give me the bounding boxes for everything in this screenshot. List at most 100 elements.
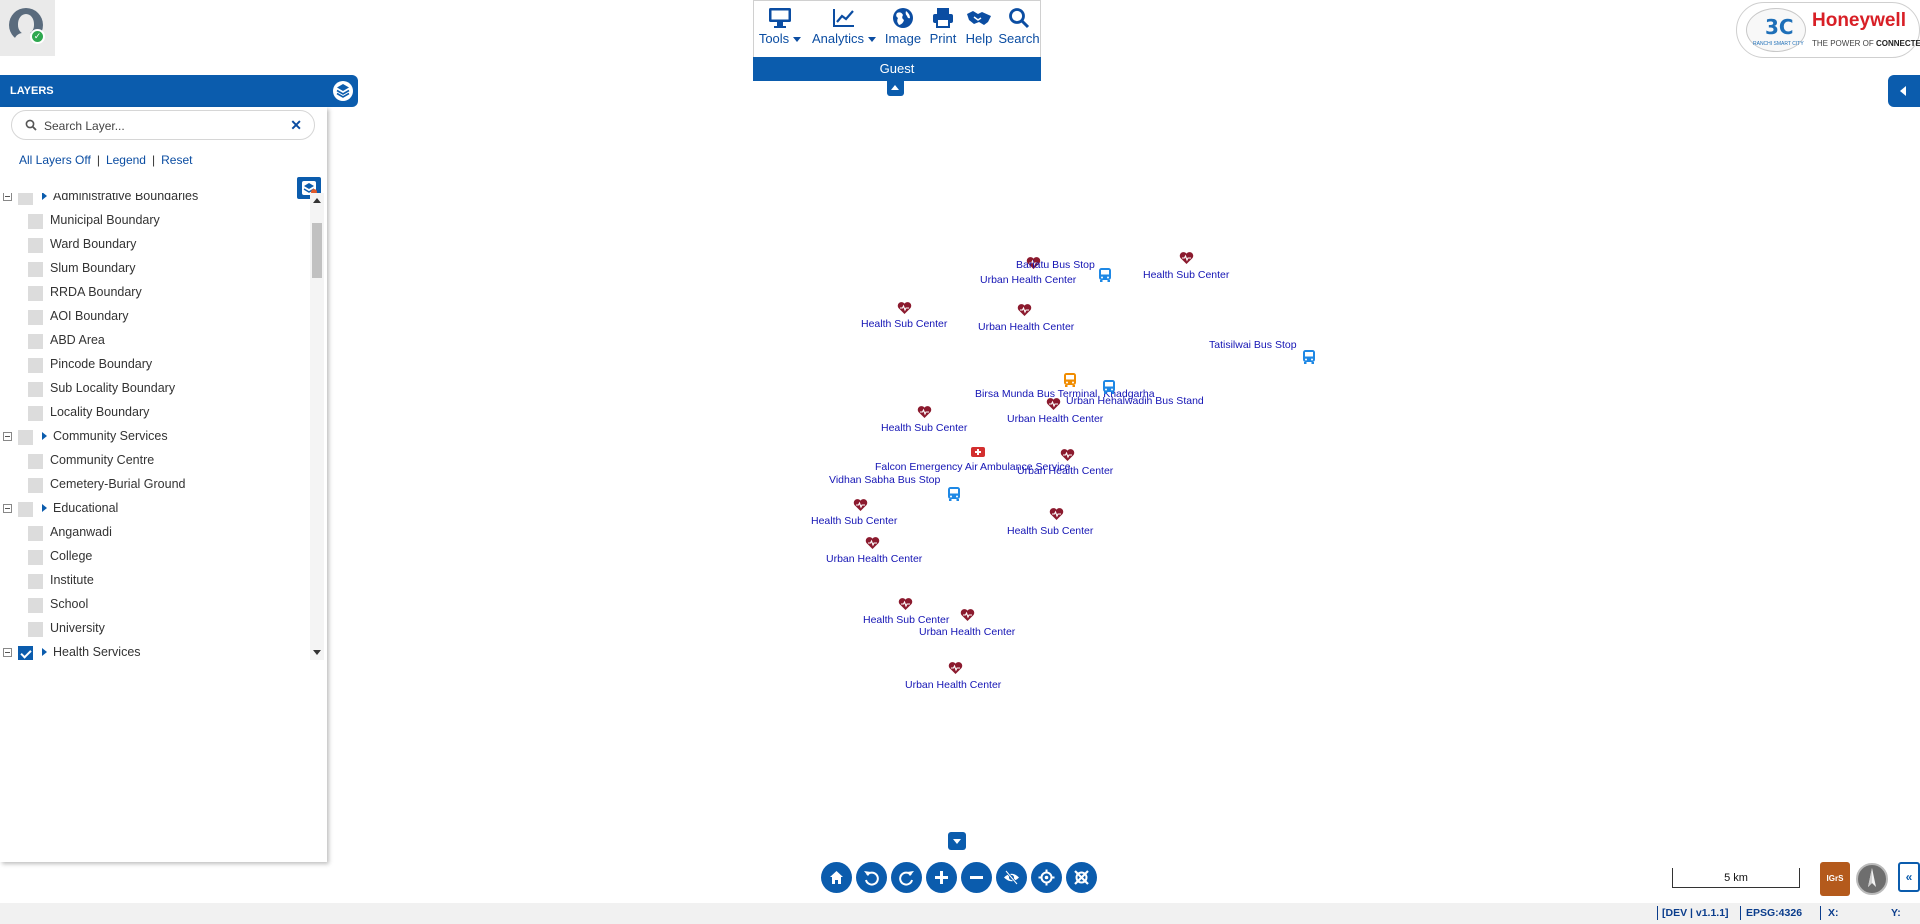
layer-checkbox[interactable] bbox=[28, 382, 43, 397]
help-button[interactable]: Help bbox=[962, 7, 996, 46]
reset-link[interactable]: Reset bbox=[161, 153, 192, 167]
search-button[interactable]: Search bbox=[998, 7, 1040, 46]
layer-item[interactable]: Locality Boundary bbox=[0, 403, 310, 423]
layer-item[interactable]: Ward Boundary bbox=[0, 235, 310, 255]
eye-slash-icon bbox=[1004, 870, 1019, 885]
layer-group[interactable]: Community Services bbox=[0, 427, 310, 447]
layer-group-label: Community Services bbox=[53, 429, 168, 443]
health-center-icon[interactable] bbox=[1179, 251, 1194, 270]
north-arrow-icon[interactable] bbox=[1856, 863, 1888, 895]
layer-search-input[interactable] bbox=[42, 116, 282, 136]
collapse-toggle-icon[interactable] bbox=[3, 193, 12, 201]
layer-tree-scrollbar[interactable] bbox=[310, 193, 324, 660]
layer-search-box: ✕ bbox=[11, 110, 315, 140]
layer-group[interactable]: Administrative Boundaries bbox=[0, 193, 310, 207]
clear-graphics-button[interactable] bbox=[1066, 862, 1097, 893]
layer-checkbox[interactable] bbox=[28, 286, 43, 301]
layer-checkbox[interactable] bbox=[28, 574, 43, 589]
layer-group[interactable]: Educational bbox=[0, 499, 310, 519]
next-extent-button[interactable] bbox=[891, 862, 922, 893]
collapse-toggle-icon[interactable] bbox=[3, 504, 12, 513]
layer-group[interactable]: Health Services bbox=[0, 643, 310, 660]
expand-panel-button[interactable]: « bbox=[1898, 862, 1920, 892]
expand-arrow-icon[interactable] bbox=[42, 504, 47, 512]
layer-checkbox[interactable] bbox=[28, 454, 43, 469]
layer-checkbox[interactable] bbox=[28, 622, 43, 637]
layer-checkbox[interactable] bbox=[28, 262, 43, 277]
user-avatar[interactable]: ✓ bbox=[0, 0, 55, 56]
zoom-out-button[interactable] bbox=[961, 862, 992, 893]
health-center-icon[interactable] bbox=[1017, 303, 1032, 322]
brand-tagline: THE POWER OF CONNECTED bbox=[1812, 39, 1920, 48]
layer-item[interactable]: Institute bbox=[0, 571, 310, 591]
layer-checkbox[interactable] bbox=[28, 358, 43, 373]
right-panel-toggle[interactable] bbox=[1888, 75, 1920, 107]
print-button[interactable]: Print bbox=[926, 7, 960, 46]
layer-checkbox[interactable] bbox=[28, 238, 43, 253]
epsg-label: EPSG:4326 bbox=[1746, 907, 1803, 919]
layer-item[interactable]: Community Centre bbox=[0, 451, 310, 471]
poi-label: Health Sub Center bbox=[861, 318, 948, 330]
chart-line-icon bbox=[833, 9, 854, 27]
layer-item[interactable]: Cemetery-Burial Ground bbox=[0, 475, 310, 495]
zoom-in-button[interactable] bbox=[926, 862, 957, 893]
layer-item[interactable]: RRDA Boundary bbox=[0, 283, 310, 303]
poi-label: Health Sub Center bbox=[881, 422, 968, 434]
expand-arrow-icon[interactable] bbox=[42, 648, 47, 656]
version-label: [DEV | v1.1.1] bbox=[1662, 907, 1729, 919]
previous-extent-button[interactable] bbox=[856, 862, 887, 893]
poi-label: Health Sub Center bbox=[1143, 269, 1230, 281]
layer-item[interactable]: University bbox=[0, 619, 310, 639]
collapse-toggle-icon[interactable] bbox=[3, 432, 12, 441]
clear-search-icon[interactable]: ✕ bbox=[290, 117, 302, 133]
bus-stop-icon[interactable] bbox=[946, 486, 962, 507]
legend-link[interactable]: Legend bbox=[106, 153, 146, 167]
layer-checkbox[interactable] bbox=[28, 550, 43, 565]
layer-item-label: Locality Boundary bbox=[50, 405, 150, 419]
scale-label: 5 km bbox=[1724, 872, 1748, 884]
health-center-icon[interactable] bbox=[1049, 507, 1064, 526]
layer-item[interactable]: Sub Locality Boundary bbox=[0, 379, 310, 399]
home-extent-button[interactable] bbox=[821, 862, 852, 893]
layer-checkbox[interactable] bbox=[28, 334, 43, 349]
health-center-icon[interactable] bbox=[948, 661, 963, 680]
collapse-toggle-icon[interactable] bbox=[3, 648, 12, 657]
layer-item[interactable]: Pincode Boundary bbox=[0, 355, 310, 375]
layer-checkbox[interactable] bbox=[28, 310, 43, 325]
layer-item[interactable]: College bbox=[0, 547, 310, 567]
layer-item[interactable]: Municipal Boundary bbox=[0, 211, 310, 231]
group-checkbox[interactable] bbox=[18, 430, 33, 445]
group-checkbox[interactable] bbox=[18, 502, 33, 517]
tools-menu-button[interactable]: Tools bbox=[756, 7, 804, 46]
search-icon bbox=[25, 119, 37, 131]
layers-header: LAYERS bbox=[0, 75, 358, 107]
layer-item[interactable]: Slum Boundary bbox=[0, 259, 310, 279]
layer-item[interactable]: ABD Area bbox=[0, 331, 310, 351]
group-checkbox[interactable] bbox=[18, 193, 33, 205]
layer-checkbox[interactable] bbox=[28, 526, 43, 541]
toolbar-collapse-button[interactable] bbox=[887, 81, 904, 96]
layer-checkbox[interactable] bbox=[28, 598, 43, 613]
monitor-icon bbox=[769, 8, 791, 28]
expand-arrow-icon[interactable] bbox=[42, 193, 47, 200]
bus-stop-icon[interactable] bbox=[1097, 267, 1113, 288]
layer-item[interactable]: School bbox=[0, 595, 310, 615]
nav-controls-collapse-button[interactable] bbox=[948, 832, 966, 850]
group-checkbox[interactable] bbox=[18, 646, 33, 660]
all-layers-off-link[interactable]: All Layers Off bbox=[19, 153, 91, 167]
layer-checkbox[interactable] bbox=[28, 214, 43, 229]
layer-item[interactable]: AOI Boundary bbox=[0, 307, 310, 327]
layer-checkbox[interactable] bbox=[28, 406, 43, 421]
status-bar: [DEV | v1.1.1] EPSG:4326 X: Y: bbox=[0, 903, 1920, 924]
layer-checkbox[interactable] bbox=[28, 478, 43, 493]
health-center-icon[interactable] bbox=[960, 608, 975, 627]
layer-item[interactable]: Anganwadi bbox=[0, 523, 310, 543]
bus-stop-icon[interactable] bbox=[1301, 349, 1317, 370]
map-canvas[interactable]: Bariatu Bus Stop Urban Health Center Healt… bbox=[328, 96, 1888, 836]
locate-button[interactable] bbox=[1031, 862, 1062, 893]
analytics-menu-button[interactable]: Analytics bbox=[809, 7, 879, 46]
image-button[interactable]: Image bbox=[882, 7, 924, 46]
expand-arrow-icon[interactable] bbox=[42, 432, 47, 440]
poi-label: Urban Health Center bbox=[978, 321, 1075, 333]
hide-layers-button[interactable] bbox=[996, 862, 1027, 893]
